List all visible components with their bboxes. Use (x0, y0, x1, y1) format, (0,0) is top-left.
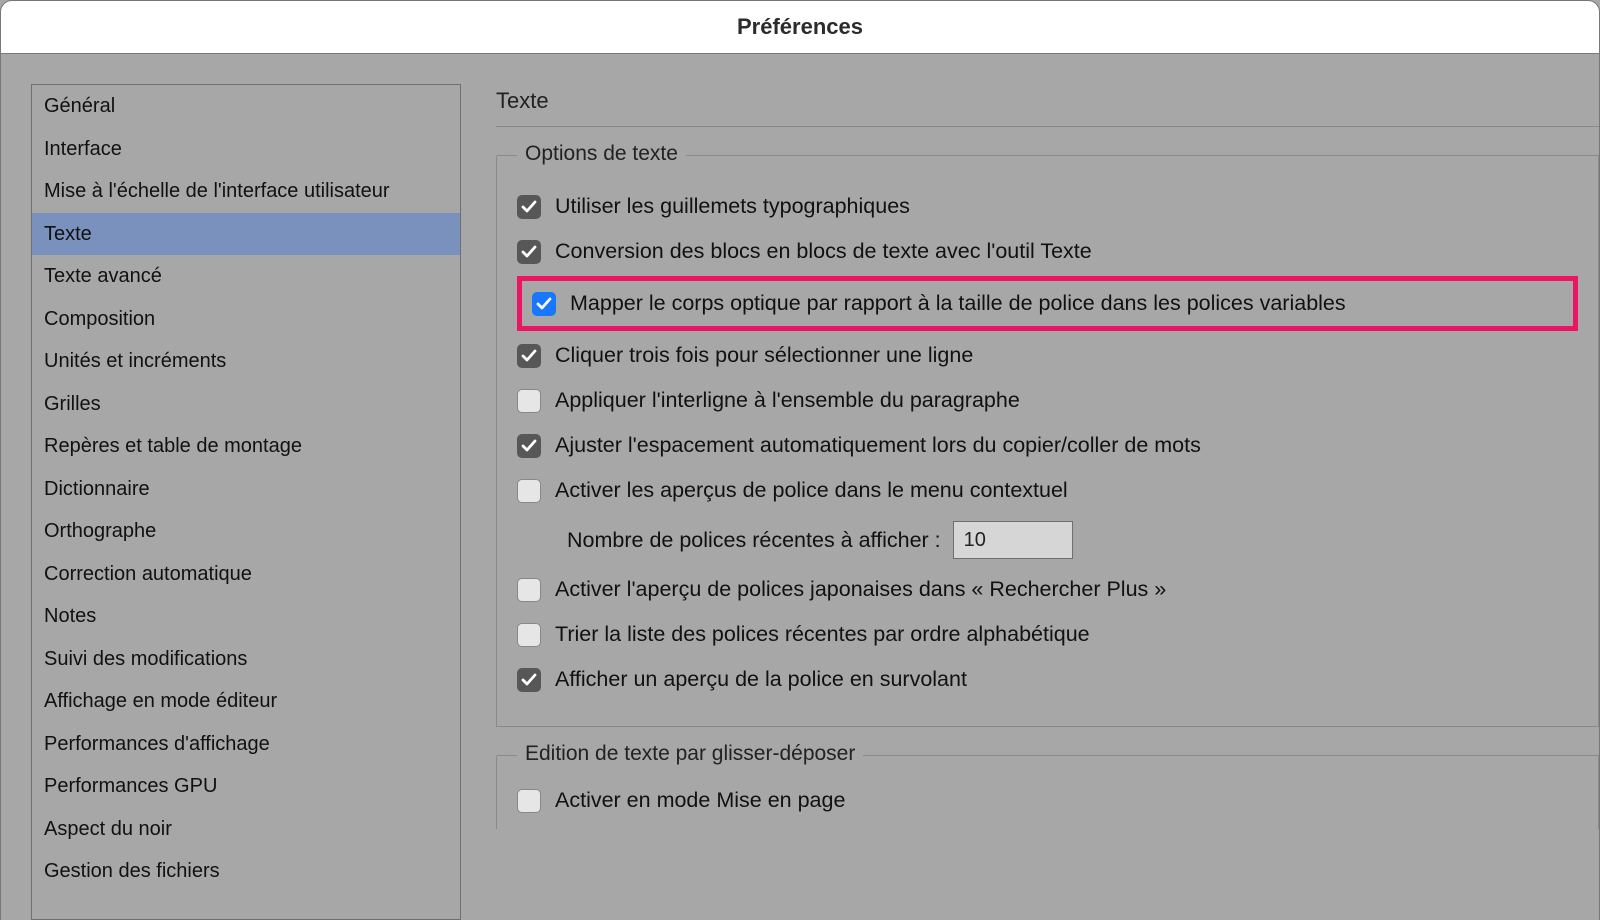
highlight-annotation: Mapper le corps optique par rapport à la… (517, 276, 1578, 331)
option-optical-size-checkbox[interactable] (532, 292, 556, 316)
option-typographers-quotes-row: Utiliser les guillemets typographiques (517, 184, 1578, 229)
option-leading-paragraph-label: Appliquer l'interligne à l'ensemble du p… (555, 388, 1020, 413)
option-enable-layout-checkbox[interactable] (517, 789, 541, 813)
recent-fonts-label: Nombre de polices récentes à afficher : (567, 528, 941, 553)
sidebar-item-spelling[interactable]: Orthographe (32, 510, 460, 553)
recent-fonts-row: Nombre de polices récentes à afficher : (517, 513, 1578, 567)
sidebar-item-grids[interactable]: Grilles (32, 383, 460, 426)
recent-fonts-input[interactable] (953, 521, 1073, 559)
window-titlebar: Préférences (0, 0, 1600, 54)
sidebar-item-file-handling[interactable]: Gestion des fichiers (32, 850, 460, 893)
sidebar-item-track-changes[interactable]: Suivi des modifications (32, 638, 460, 681)
window-body: Général Interface Mise à l'échelle de l'… (0, 54, 1600, 920)
check-icon (521, 439, 537, 453)
option-leading-paragraph-row: Appliquer l'interligne à l'ensemble du p… (517, 378, 1578, 423)
group-text-options: Options de texte Utiliser les guillemets… (496, 155, 1599, 727)
preferences-panel: Texte Options de texte Utiliser les guil… (496, 84, 1599, 920)
option-enable-layout-label: Activer en mode Mise en page (555, 788, 845, 813)
option-convert-frames-checkbox[interactable] (517, 240, 541, 264)
sidebar-item-advanced-type[interactable]: Texte avancé (32, 255, 460, 298)
sidebar-item-black-appearance[interactable]: Aspect du noir (32, 808, 460, 851)
sidebar-item-general[interactable]: Général (32, 85, 460, 128)
option-triple-click-row: Cliquer trois fois pour sélectionner une… (517, 333, 1578, 378)
window-title: Préférences (737, 14, 863, 40)
sidebar-item-guides[interactable]: Repères et table de montage (32, 425, 460, 468)
option-convert-frames-row: Conversion des blocs en blocs de texte a… (517, 229, 1578, 274)
option-japanese-preview-row: Activer l'aperçu de polices japonaises d… (517, 567, 1578, 612)
sidebar-item-composition[interactable]: Composition (32, 298, 460, 341)
panel-title: Texte (496, 84, 1599, 127)
option-font-preview-menu-label: Activer les aperçus de police dans le me… (555, 478, 1068, 503)
option-optical-size-label: Mapper le corps optique par rapport à la… (570, 291, 1346, 316)
option-typographers-quotes-label: Utiliser les guillemets typographiques (555, 194, 910, 219)
option-optical-size-row: Mapper le corps optique par rapport à la… (532, 287, 1563, 320)
option-sort-recent-fonts-label: Trier la liste des polices récentes par … (555, 622, 1090, 647)
option-sort-recent-fonts-row: Trier la liste des polices récentes par … (517, 612, 1578, 657)
option-convert-frames-label: Conversion des blocs en blocs de texte a… (555, 239, 1092, 264)
option-japanese-preview-label: Activer l'aperçu de polices japonaises d… (555, 577, 1166, 602)
option-triple-click-checkbox[interactable] (517, 344, 541, 368)
option-japanese-preview-checkbox[interactable] (517, 578, 541, 602)
sidebar-item-display-perf[interactable]: Performances d'affichage (32, 723, 460, 766)
sidebar-item-units[interactable]: Unités et incréments (32, 340, 460, 383)
sidebar-item-ui-scaling[interactable]: Mise à l'échelle de l'interface utilisat… (32, 170, 460, 213)
group-drag-drop-legend: Edition de texte par glisser-déposer (517, 742, 863, 766)
preferences-sidebar: Général Interface Mise à l'échelle de l'… (31, 84, 461, 920)
sidebar-item-autocorrect[interactable]: Correction automatique (32, 553, 460, 596)
check-icon (521, 673, 537, 687)
option-font-preview-menu-row: Activer les aperçus de police dans le me… (517, 468, 1578, 513)
group-drag-drop: Edition de texte par glisser-déposer Act… (496, 755, 1599, 829)
option-enable-layout-row: Activer en mode Mise en page (517, 784, 1578, 823)
option-hover-preview-label: Afficher un aperçu de la police en survo… (555, 667, 967, 692)
option-auto-spacing-label: Ajuster l'espacement automatiquement lor… (555, 433, 1201, 458)
option-typographers-quotes-checkbox[interactable] (517, 195, 541, 219)
option-font-preview-menu-checkbox[interactable] (517, 479, 541, 503)
sidebar-item-gpu-perf[interactable]: Performances GPU (32, 765, 460, 808)
option-triple-click-label: Cliquer trois fois pour sélectionner une… (555, 343, 973, 368)
check-icon (521, 245, 537, 259)
group-text-options-legend: Options de texte (517, 142, 686, 166)
sidebar-item-type[interactable]: Texte (32, 213, 460, 256)
check-icon (521, 200, 537, 214)
option-hover-preview-checkbox[interactable] (517, 668, 541, 692)
option-hover-preview-row: Afficher un aperçu de la police en survo… (517, 657, 1578, 702)
check-icon (521, 349, 537, 363)
option-auto-spacing-row: Ajuster l'espacement automatiquement lor… (517, 423, 1578, 468)
check-icon (536, 297, 552, 311)
option-auto-spacing-checkbox[interactable] (517, 434, 541, 458)
sidebar-item-notes[interactable]: Notes (32, 595, 460, 638)
sidebar-item-dictionary[interactable]: Dictionnaire (32, 468, 460, 511)
option-sort-recent-fonts-checkbox[interactable] (517, 623, 541, 647)
option-leading-paragraph-checkbox[interactable] (517, 389, 541, 413)
sidebar-item-story-editor[interactable]: Affichage en mode éditeur (32, 680, 460, 723)
sidebar-item-interface[interactable]: Interface (32, 128, 460, 171)
